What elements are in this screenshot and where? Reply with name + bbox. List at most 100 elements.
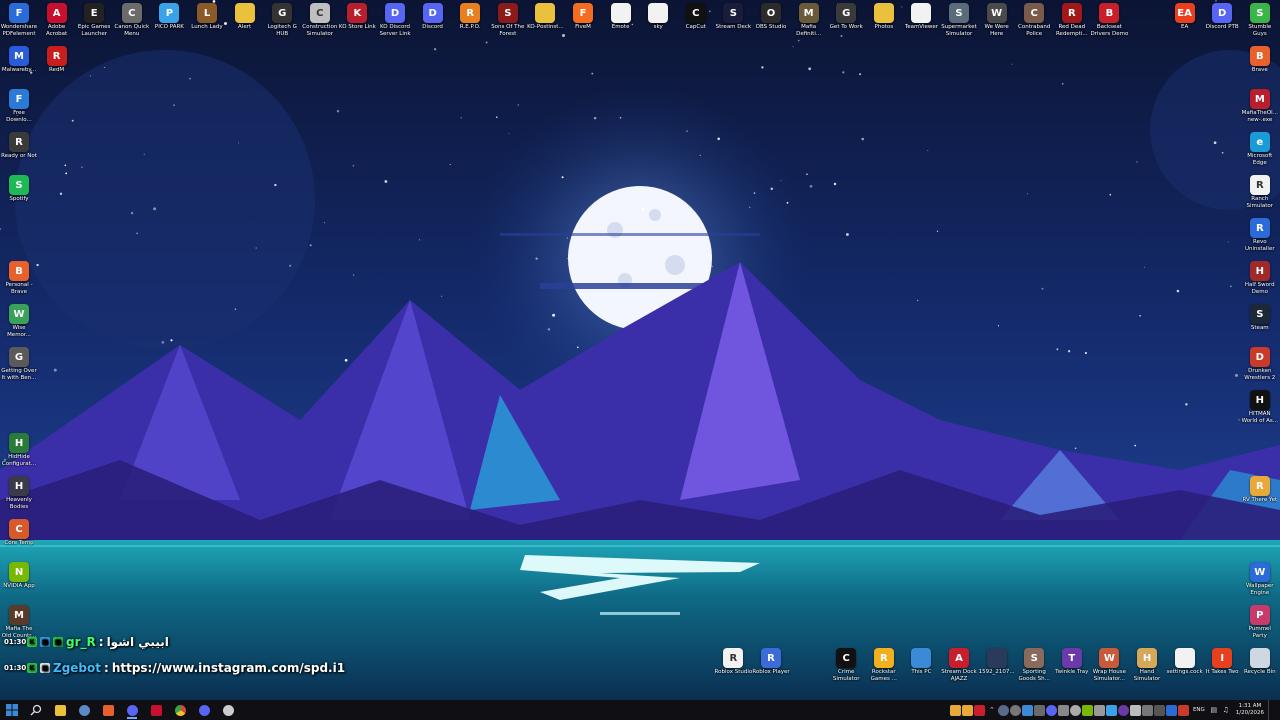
desktop-icon[interactable]: M Malwareby... xyxy=(0,46,38,74)
desktop-icon[interactable]: W Wise Memor... xyxy=(0,304,38,339)
tray-app-icon[interactable] xyxy=(1034,704,1046,716)
desktop-icon[interactable]: R Revo Uninstaller xyxy=(1241,218,1279,253)
desktop-icon[interactable]: G Logitech G HUB xyxy=(263,3,301,38)
tray-app-icon[interactable] xyxy=(1142,704,1154,716)
desktop-icon[interactable]: B Backseat Drivers Demo xyxy=(1090,3,1128,38)
desktop-icon[interactable]: W Wrap House Simulator... xyxy=(1090,648,1128,683)
desktop-icon[interactable]: W We Were Here xyxy=(978,3,1016,38)
taskbar-app-discord-ptb[interactable] xyxy=(192,700,216,720)
desktop-icon[interactable]: O OBS Studio xyxy=(752,3,790,31)
desktop-icon[interactable]: e Microsoft Edge xyxy=(1241,132,1279,167)
desktop-icon[interactable]: EA EA xyxy=(1166,3,1204,31)
desktop-icon[interactable]: 1592_2107... xyxy=(978,648,1016,676)
desktop-icon[interactable]: Emote xyxy=(602,3,640,31)
taskbar-app-settings[interactable] xyxy=(216,700,240,720)
desktop-icon[interactable]: D Discord xyxy=(414,3,452,31)
desktop-icon[interactable]: F Wondershare PDFelement xyxy=(0,3,38,38)
desktop-icon[interactable]: F Free Downlo... xyxy=(0,89,38,124)
tray-app-icon[interactable] xyxy=(1022,704,1034,716)
desktop-icon[interactable]: S Sons Of The Forest xyxy=(489,3,527,38)
desktop-icon[interactable]: B Brave xyxy=(1241,46,1279,74)
desktop-icon[interactable]: T Twinkle Tray xyxy=(1053,648,1091,676)
system-clock[interactable]: 1:31 AM 1/20/2026 xyxy=(1236,703,1264,717)
tray-app-icon[interactable] xyxy=(1094,704,1106,716)
desktop-icon[interactable]: R Rockstar Games ... xyxy=(865,648,903,683)
desktop-icon[interactable]: R Roblox Studio xyxy=(714,648,752,676)
desktop-icon[interactable]: D Discord PTB xyxy=(1203,3,1241,31)
desktop-icon[interactable]: R RV There Yet xyxy=(1241,476,1279,504)
desktop-icon[interactable]: S Stumble Guys xyxy=(1241,3,1279,38)
desktop-icon[interactable]: Recycle Bin xyxy=(1241,648,1279,676)
tray-app-icon[interactable] xyxy=(1082,704,1094,716)
taskbar-app-file-explorer[interactable] xyxy=(48,700,72,720)
volume-icon[interactable]: ♫ xyxy=(1220,705,1231,716)
tray-app-icon[interactable] xyxy=(950,704,962,716)
desktop-icon[interactable]: Photos xyxy=(865,3,903,31)
network-icon[interactable]: ▤ xyxy=(1208,705,1219,716)
language-indicator[interactable]: ENG xyxy=(1193,707,1205,713)
desktop-icon[interactable]: S Spotify xyxy=(0,175,38,203)
desktop-icon[interactable]: L Lunch Lady xyxy=(188,3,226,31)
desktop-icon[interactable]: C Core Temp xyxy=(0,519,38,547)
tray-app-icon[interactable] xyxy=(1070,704,1082,716)
taskbar-app-discord[interactable] xyxy=(120,700,144,720)
tray-app-icon[interactable] xyxy=(1178,704,1190,716)
desktop-icon[interactable]: P PICO PARK xyxy=(150,3,188,31)
desktop-icon[interactable]: N NVIDIA App xyxy=(0,562,38,590)
desktop-icon[interactable]: TeamViewer xyxy=(902,3,940,31)
tray-app-icon[interactable] xyxy=(1058,704,1070,716)
tray-app-icon[interactable] xyxy=(1046,704,1058,716)
taskbar-app-chrome[interactable] xyxy=(168,700,192,720)
start-button[interactable] xyxy=(0,700,24,720)
desktop-icon[interactable]: S Stream Deck xyxy=(714,3,752,31)
taskbar-app-steam[interactable] xyxy=(72,700,96,720)
desktop-icon[interactable]: R Red Dead Redempti... xyxy=(1053,3,1091,38)
desktop-icon[interactable]: S Supermarket Simulator xyxy=(940,3,978,38)
desktop-icon[interactable]: W Wallpaper Engine xyxy=(1241,562,1279,597)
tray-app-icon[interactable] xyxy=(1010,704,1022,716)
tray-app-icon[interactable] xyxy=(998,704,1010,716)
tray-app-icon[interactable] xyxy=(1106,704,1118,716)
desktop-icon[interactable]: I It Takes Two xyxy=(1203,648,1241,676)
desktop-icon[interactable]: sky xyxy=(639,3,677,31)
tray-app-icon[interactable] xyxy=(1154,704,1166,716)
desktop-icon[interactable]: C Canon Quick Menu xyxy=(113,3,151,38)
desktop-icon[interactable]: C Contraband Police xyxy=(1015,3,1053,38)
desktop-icon[interactable]: H Heavenly Bodies xyxy=(0,476,38,511)
desktop-icon[interactable]: D KO Discord Server Link xyxy=(376,3,414,38)
desktop-icon[interactable]: E Epic Games Launcher xyxy=(75,3,113,38)
desktop-icon[interactable]: G Get To Work xyxy=(827,3,865,31)
desktop-icon[interactable]: A Stream Dock AJAZZ xyxy=(940,648,978,683)
desktop-icon[interactable]: settings.cock xyxy=(1166,648,1204,676)
desktop-icon[interactable]: K KO Store Link xyxy=(338,3,376,31)
taskbar-app-adobe-acrobat[interactable] xyxy=(144,700,168,720)
desktop-icon[interactable]: S Sporting Goods Sh... xyxy=(1015,648,1053,683)
desktop-icon[interactable]: F FiveM xyxy=(564,3,602,31)
desktop-icon[interactable]: R R.E.P.O. xyxy=(451,3,489,31)
desktop-icon[interactable]: R Ready or Not xyxy=(0,132,38,160)
desktop-icon[interactable]: H Half Sword Demo xyxy=(1241,261,1279,296)
tray-app-icon[interactable] xyxy=(962,704,974,716)
desktop-icon[interactable]: P Pummel Party xyxy=(1241,605,1279,640)
chevron-up-icon[interactable]: ⌃ xyxy=(986,705,997,716)
taskbar-app-brave[interactable] xyxy=(96,700,120,720)
desktop-icon[interactable]: Alert xyxy=(226,3,264,31)
desktop-icon[interactable]: D Drunken Wrestlers 2 xyxy=(1241,347,1279,382)
desktop-icon[interactable]: This PC xyxy=(902,648,940,676)
tray-app-icon[interactable] xyxy=(1130,704,1142,716)
desktop-icon[interactable]: H HITMAN World of As... xyxy=(1241,390,1279,425)
search-button[interactable] xyxy=(24,700,48,720)
desktop-icon[interactable]: S Steam xyxy=(1241,304,1279,332)
desktop-icon[interactable]: R Roblox Player xyxy=(752,648,790,676)
desktop-icon[interactable]: M MafiaTheOl... new-.exe xyxy=(1241,89,1279,124)
desktop-icon[interactable]: C Crime Simulator xyxy=(827,648,865,683)
desktop-icon[interactable]: M Mafia Definiti... xyxy=(790,3,828,38)
desktop-icon[interactable]: G Getting Over It with Ben... xyxy=(0,347,38,382)
tray-app-icon[interactable] xyxy=(974,704,986,716)
tray-app-icon[interactable] xyxy=(1166,704,1178,716)
desktop-icon[interactable]: H Hand Simulator xyxy=(1128,648,1166,683)
desktop-icon[interactable]: H HidHide Configurat... xyxy=(0,433,38,468)
desktop-icon[interactable]: C CapCut xyxy=(677,3,715,31)
desktop-icon[interactable]: R RedM xyxy=(38,46,76,74)
desktop-icon[interactable]: C Construction Simulator xyxy=(301,3,339,38)
